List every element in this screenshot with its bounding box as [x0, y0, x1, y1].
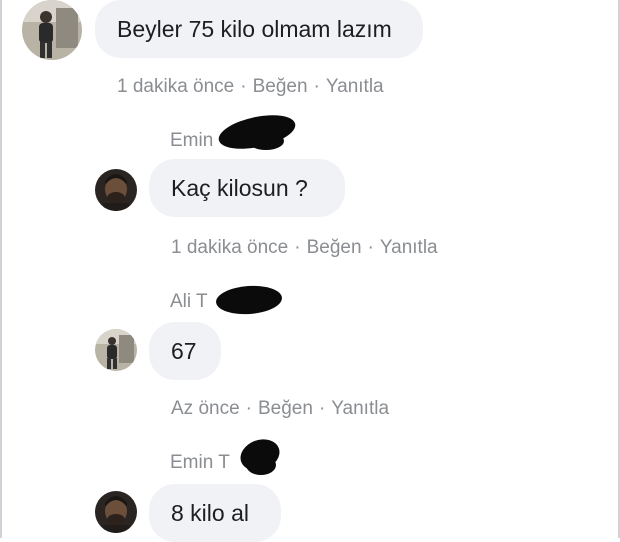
redaction-scribble [248, 132, 284, 150]
reply-avatar-emin[interactable] [95, 491, 137, 533]
separator-dot: · [245, 398, 252, 419]
reply-avatar-emin[interactable] [95, 169, 137, 211]
separator-dot: · [294, 237, 301, 258]
reply-avatar-ali[interactable] [95, 329, 137, 371]
author-name: Emin [170, 130, 214, 151]
left-frame-border [0, 0, 2, 538]
reply-text: 67 [171, 337, 197, 364]
separator-dot: · [367, 237, 374, 258]
like-link[interactable]: Beğen [253, 76, 308, 97]
author-name: Ali T [170, 291, 208, 312]
separator-dot: · [240, 76, 247, 97]
comment-text: Beyler 75 kilo olmam lazım [117, 15, 392, 42]
reply-time[interactable]: Az önce [171, 398, 240, 419]
reply-link[interactable]: Yanıtla [380, 237, 438, 258]
reply-bubble: Kaç kilosun ? [149, 159, 345, 217]
reply-link[interactable]: Yanıtla [326, 76, 384, 97]
commenter-avatar[interactable] [22, 0, 82, 60]
user-photo-icon [22, 0, 82, 60]
reply-time[interactable]: 1 dakika önce [171, 237, 288, 258]
comment-time[interactable]: 1 dakika önce [117, 76, 234, 97]
reply-bubble: 67 [149, 322, 221, 380]
like-link[interactable]: Beğen [258, 398, 313, 419]
reply-actions: 1 dakika önce · Beğen · Yanıtla [171, 237, 438, 259]
comment-bubble: Beyler 75 kilo olmam lazım [95, 0, 423, 58]
reply-bubble: 8 kilo al [149, 484, 281, 542]
reply-author-label[interactable]: Emin [170, 130, 213, 152]
user-photo-icon [95, 491, 137, 533]
reply-link[interactable]: Yanıtla [331, 398, 389, 419]
reply-text: Kaç kilosun ? [171, 174, 308, 201]
redaction-scribble [246, 455, 276, 475]
separator-dot: · [313, 76, 320, 97]
user-photo-icon [95, 329, 137, 371]
reply-text: 8 kilo al [171, 499, 249, 526]
author-name: Emin T [170, 452, 230, 473]
like-link[interactable]: Beğen [307, 237, 362, 258]
separator-dot: · [318, 398, 326, 419]
reply-actions: Az önce · Beğen · Yanıtla [171, 398, 389, 420]
comment-actions: 1 dakika önce · Beğen · Yanıtla [117, 76, 384, 98]
user-photo-icon [95, 169, 137, 211]
